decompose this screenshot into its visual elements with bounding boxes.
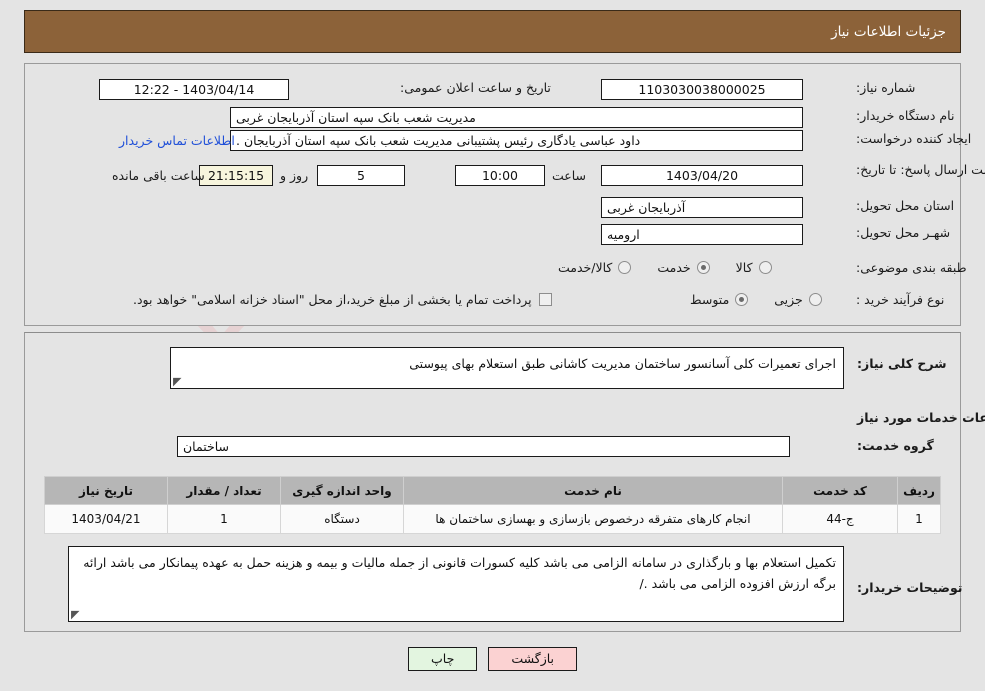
treasury-checkbox-label: پرداخت تمام یا بخشی از مبلغ خرید،از محل … (133, 292, 532, 307)
treasury-checkbox[interactable] (538, 293, 552, 306)
public-announce-label-wrap: تاریخ و ساعت اعلان عمومی: (400, 80, 551, 95)
page-root: AriaTender.net جزئیات اطلاعات نیاز شماره… (0, 0, 985, 691)
radio-motevaset[interactable] (735, 293, 749, 306)
category-option-kala[interactable]: کالا (736, 260, 772, 275)
th-code: کد خدمت (782, 476, 898, 505)
need-number-label-wrap: شماره نیاز: (856, 80, 915, 95)
requester-label-wrap: ایجاد کننده درخواست: (856, 131, 971, 146)
page-title: جزئیات اطلاعات نیاز (831, 23, 946, 40)
service-group-value: ساختمان (177, 436, 790, 457)
need-number-label: شماره نیاز: (856, 80, 916, 95)
category-radio-group: کالا خدمت کالا/خدمت (558, 260, 772, 275)
buyer-org-value: مدیریت شعب بانک سپه استان آذربایجان غربی (230, 107, 803, 128)
radio-khedmat[interactable] (696, 261, 710, 274)
process-option-label-1: متوسط (690, 292, 730, 307)
remaining-days-value: 5 (317, 165, 405, 186)
public-announce-value: 1403/04/14 - 12:22 (99, 79, 289, 100)
process-label: نوع فرآیند خرید : (856, 292, 945, 307)
category-label: طبقه بندی موضوعی: (856, 260, 967, 275)
countdown-value: 21:15:15 (199, 165, 273, 186)
buyer-notes-label: توضیحات خریدار: (857, 580, 963, 595)
days-and-label: روز و (280, 168, 309, 183)
need-number-value: 1103030038000025 (601, 79, 803, 100)
province-value: آذربایجان غربی (601, 197, 803, 218)
category-option-label-0: کالا (735, 260, 753, 275)
services-table: ردیف کد خدمت نام خدمت واحد اندازه گیری ت… (44, 476, 941, 534)
th-unit: واحد اندازه گیری (280, 476, 404, 505)
service-group-label: گروه خدمت: (857, 438, 934, 453)
cell-unit: دستگاه (280, 504, 404, 534)
service-group-label-wrap: گروه خدمت: (857, 438, 934, 453)
category-option-label-1: خدمت (657, 260, 691, 275)
buyer-notes-label-wrap: توضیحات خریدار: (857, 580, 963, 595)
cell-qty: 1 (167, 504, 281, 534)
remaining-hours-label: ساعت باقی مانده (112, 168, 205, 183)
th-date: تاریخ نیاز (44, 476, 168, 505)
deadline-time-value: 10:00 (455, 165, 545, 186)
description-label: شرح کلی نیاز: (857, 356, 947, 371)
cell-radif: 1 (897, 504, 941, 534)
page-header: جزئیات اطلاعات نیاز (24, 10, 961, 53)
services-heading: اطلاعات خدمات مورد نیاز (857, 410, 985, 425)
table-row: 1 ج-44 انجام کارهای متفرقه درخصوص بازساز… (44, 504, 941, 534)
category-label-wrap: طبقه بندی موضوعی: (856, 260, 967, 275)
need-info-panel (24, 63, 961, 326)
process-label-wrap: نوع فرآیند خرید : (856, 292, 944, 307)
deadline-time-label: ساعت (552, 168, 587, 183)
print-button[interactable]: چاپ (408, 647, 478, 671)
services-heading-wrap: اطلاعات خدمات مورد نیاز (857, 410, 985, 425)
process-radio-group: جزیی متوسط (690, 292, 822, 307)
back-button[interactable]: بازگشت (488, 647, 578, 671)
th-name: نام خدمت (403, 476, 783, 505)
city-value: ارومیه (601, 224, 803, 245)
process-option-motevaset[interactable]: متوسط (690, 292, 749, 307)
buyer-org-label: نام دستگاه خریدار: (856, 108, 955, 123)
description-value: اجرای تعمیرات کلی آسانسور ساختمان مدیریت… (409, 356, 836, 371)
cell-name: انجام کارهای متفرقه درخصوص بازسازی و بهس… (403, 504, 783, 534)
th-qty: تعداد / مقدار (167, 476, 281, 505)
deadline-label-wrap: مهلت ارسال پاسخ: تا تاریخ: (856, 162, 985, 179)
requester-value: داود عباسی یادگاری رئیس پشتیبانی مدیریت … (230, 130, 803, 151)
buyer-contact-link[interactable]: اطلاعات تماس خریدار (119, 133, 235, 148)
deadline-date-value: 1403/04/20 (601, 165, 803, 186)
province-label: استان محل تحویل: (856, 198, 955, 213)
treasury-checkbox-wrap[interactable]: پرداخت تمام یا بخشی از مبلغ خرید،از محل … (133, 292, 552, 307)
th-radif: ردیف (897, 476, 941, 505)
process-option-jozee[interactable]: جزیی (774, 292, 822, 307)
public-announce-label: تاریخ و ساعت اعلان عمومی: (400, 80, 551, 95)
process-option-label-0: جزیی (774, 292, 803, 307)
requester-label: ایجاد کننده درخواست: (856, 131, 972, 146)
resize-grip-icon-notes[interactable]: ◥ (71, 608, 81, 621)
buyer-notes-textarea[interactable]: تکمیل استعلام بها و بارگذاری در سامانه ا… (68, 546, 844, 622)
radio-kala[interactable] (758, 261, 772, 274)
category-option-khedmat[interactable]: خدمت (657, 260, 710, 275)
category-option-label-2: کالا/خدمت (558, 260, 613, 275)
buyer-org-label-wrap: نام دستگاه خریدار: (856, 108, 954, 123)
cell-code: ج-44 (782, 504, 898, 534)
description-label-wrap: شرح کلی نیاز: (857, 356, 946, 371)
buyer-notes-value: تکمیل استعلام بها و بارگذاری در سامانه ا… (83, 555, 836, 592)
category-option-kala-khedmat[interactable]: کالا/خدمت (558, 260, 632, 275)
radio-jozee[interactable] (808, 293, 822, 306)
city-label-wrap: شهـر محل تحویل: (856, 225, 950, 240)
deadline-label: مهلت ارسال پاسخ: تا تاریخ: (856, 162, 985, 177)
city-label: شهـر محل تحویل: (856, 225, 951, 240)
footer-buttons: بازگشت چاپ (0, 647, 985, 671)
province-label-wrap: استان محل تحویل: (856, 198, 954, 213)
resize-grip-icon[interactable]: ◥ (173, 375, 183, 388)
table-header-row: ردیف کد خدمت نام خدمت واحد اندازه گیری ت… (44, 476, 941, 505)
radio-kala-khedmat[interactable] (618, 261, 632, 274)
cell-date: 1403/04/21 (44, 504, 168, 534)
description-textarea[interactable]: اجرای تعمیرات کلی آسانسور ساختمان مدیریت… (170, 347, 844, 389)
